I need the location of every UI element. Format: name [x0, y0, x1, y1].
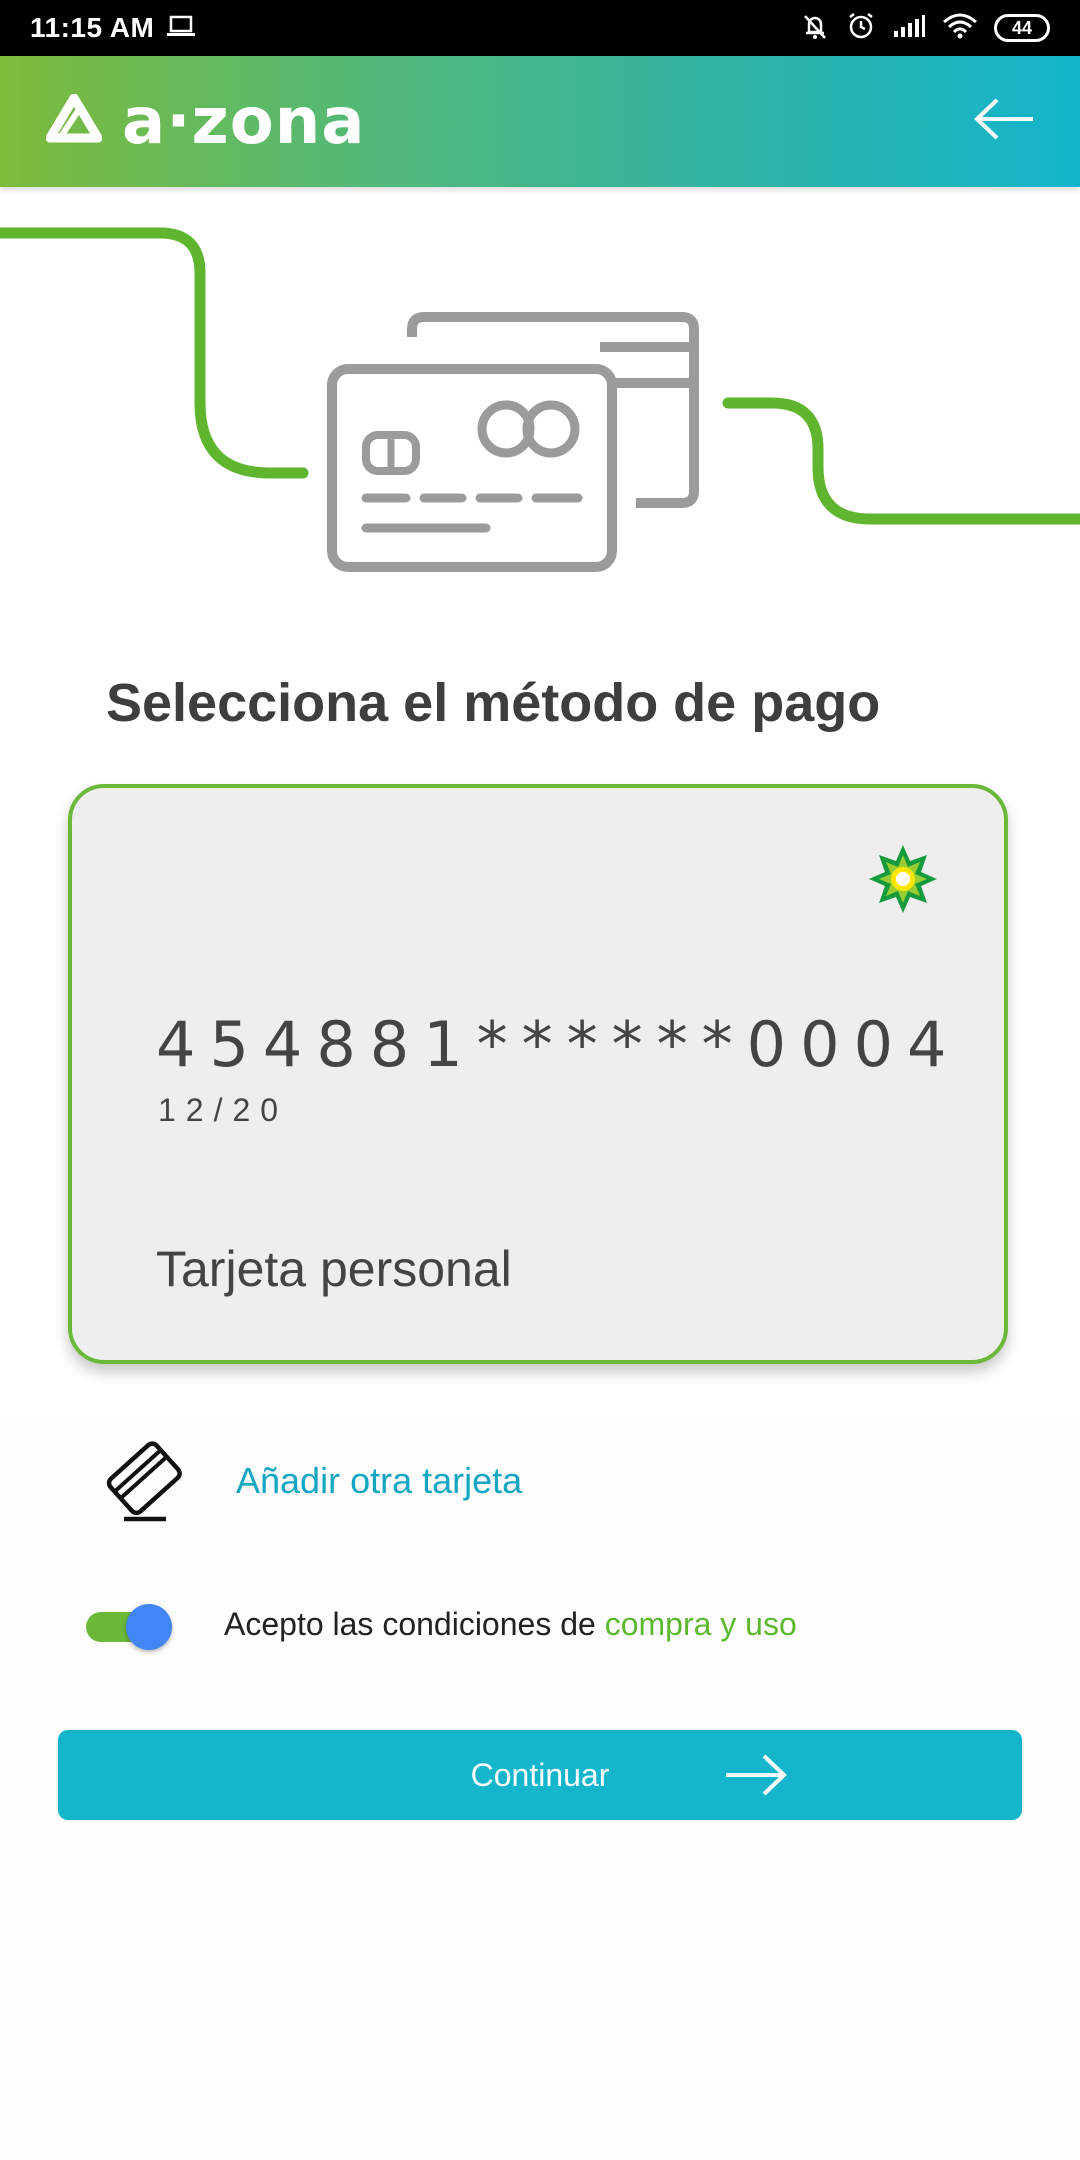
- toggle-knob: [126, 1604, 172, 1650]
- terms-text: Acepto las condiciones de compra y uso: [224, 1606, 797, 1643]
- arrow-left-icon: [973, 97, 1037, 146]
- payment-card[interactable]: 454881******0004 12/20 Tarjeta personal: [68, 784, 1008, 1364]
- terms-prefix: Acepto las condiciones de: [224, 1605, 605, 1642]
- page-title: Selecciona el método de pago: [106, 673, 881, 733]
- continue-button[interactable]: Continuar: [58, 1730, 1022, 1820]
- azona-mark-icon: [45, 93, 103, 149]
- terms-toggle[interactable]: [86, 1604, 172, 1650]
- terms-row: Acepto las condiciones de compra y uso: [86, 1594, 797, 1654]
- bell-off-icon: [800, 11, 830, 46]
- alarm-icon: [846, 11, 876, 46]
- payment-illustration: [0, 187, 1080, 647]
- arrow-right-icon: [724, 1752, 788, 1806]
- card-number: 454881******0004: [156, 1008, 961, 1081]
- app-bar: a·zona: [0, 56, 1080, 187]
- card-add-icon: [100, 1436, 190, 1527]
- add-card-button[interactable]: Añadir otra tarjeta: [100, 1436, 800, 1526]
- add-card-label: Añadir otra tarjeta: [236, 1460, 523, 1501]
- bp-helios-icon: [868, 844, 938, 919]
- battery-icon: 44: [994, 14, 1050, 42]
- terms-link[interactable]: compra y uso: [605, 1606, 797, 1642]
- card-label: Tarjeta personal: [156, 1241, 512, 1297]
- logo-text: a·zona: [122, 84, 366, 159]
- wifi-icon: [942, 12, 978, 45]
- status-bar-right: 44: [800, 11, 1050, 46]
- status-time: 11:15 AM: [30, 12, 155, 43]
- azona-logo: a·zona: [45, 84, 366, 159]
- continue-label: Continuar: [470, 1756, 610, 1793]
- card-expiry: 12/20: [158, 1092, 289, 1128]
- laptop-icon: [166, 14, 196, 43]
- status-bar-left: 11:15 AM: [30, 12, 196, 44]
- signal-icon: [892, 13, 926, 44]
- status-bar: 11:15 AM 44: [0, 0, 1080, 56]
- back-button[interactable]: [970, 92, 1040, 152]
